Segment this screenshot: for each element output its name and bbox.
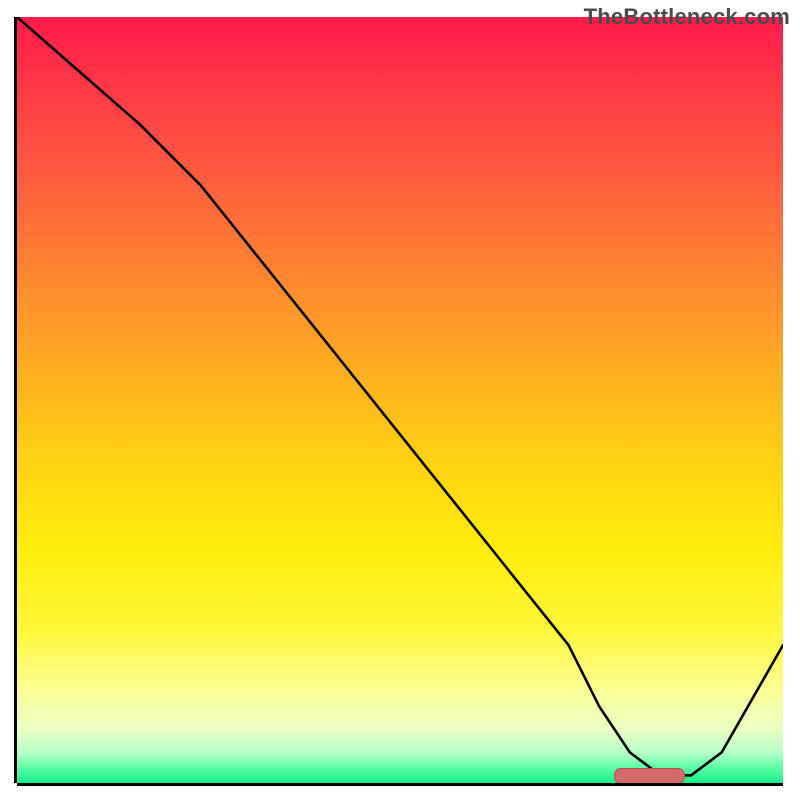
optimal-range-marker — [614, 768, 685, 784]
y-axis — [14, 17, 17, 783]
bottleneck-chart: TheBottleneck.com — [0, 0, 800, 800]
plot-area — [17, 17, 783, 783]
x-axis — [17, 783, 783, 786]
bottleneck-curve — [17, 17, 783, 783]
watermark-text: TheBottleneck.com — [584, 4, 790, 30]
curve-path — [17, 17, 783, 775]
